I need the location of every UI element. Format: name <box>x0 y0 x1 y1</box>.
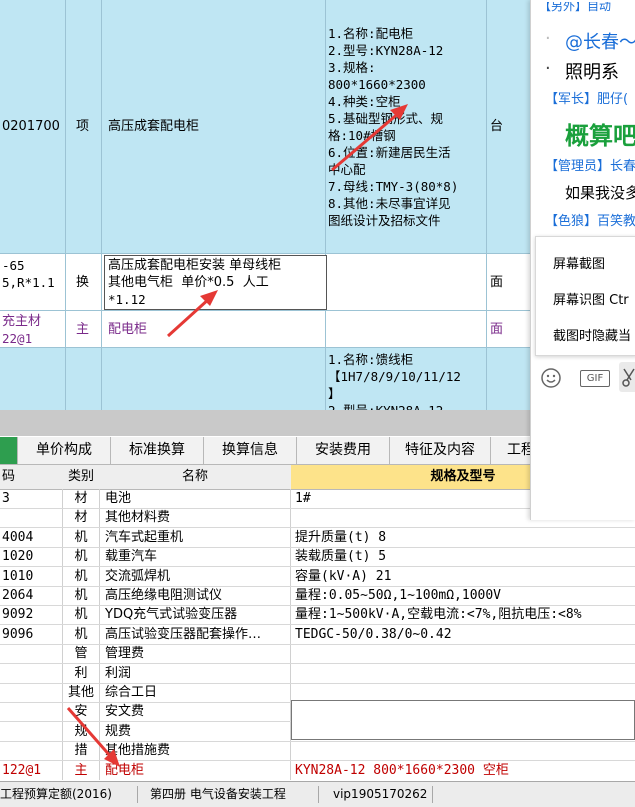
chat-msg2: 如果我没多 <box>565 184 635 202</box>
status-vip: vip1905170262 <box>333 787 428 801</box>
tab-standard-conversion[interactable]: 标准换算 <box>111 437 204 464</box>
chat-user2[interactable]: 【管理员】长春 <box>545 155 635 174</box>
tab-price-composition[interactable]: 单价构成 <box>18 437 111 464</box>
arrow-upper <box>331 104 408 172</box>
chat-top-fragment: 【另外】自动 <box>539 2 612 13</box>
quota-grid-upper: 0201700 项 高压成套配电柜 1.名称:配电柜 2.型号:KYN28A-1… <box>0 0 530 410</box>
bullet: · <box>545 58 551 79</box>
menu-item-hide-when-capture[interactable]: 截图时隐藏当 <box>553 325 631 344</box>
menu-item-screen-recognize[interactable]: 屏幕识图 Ctr <box>553 289 629 308</box>
status-quota: 工程预算定额(2016) <box>0 787 112 801</box>
tab-active[interactable] <box>0 437 18 464</box>
arrow-middle <box>166 290 218 338</box>
tab-conversion-info[interactable]: 换算信息 <box>204 437 297 464</box>
chat-big-text: 概算吧 <box>565 122 635 150</box>
status-separator <box>137 786 138 803</box>
tab-features-content[interactable]: 特征及内容 <box>390 437 491 464</box>
chat-user1[interactable]: 【军长】肥仔( <box>545 88 628 107</box>
chat-lighting: 照明系 <box>565 62 619 83</box>
smiley-icon[interactable] <box>540 367 562 389</box>
gif-button[interactable]: GIF <box>580 370 610 387</box>
chat-mention[interactable]: @长春～ <box>565 28 635 54</box>
status-volume: 第四册 电气设备安装工程 <box>150 787 286 801</box>
arrow-lower <box>66 707 120 767</box>
tab-installation-fee[interactable]: 安装费用 <box>297 437 390 464</box>
chat-user3[interactable]: 【色狼】百笑教 <box>545 210 635 229</box>
scissors-button[interactable] <box>619 362 635 392</box>
bullet: · <box>545 28 551 49</box>
status-separator <box>318 786 319 803</box>
annotation-arrows <box>166 104 408 338</box>
menu-item-screenshot[interactable]: 屏幕截图 <box>553 253 605 272</box>
scissors-icon <box>622 368 635 387</box>
status-bar: 工程预算定额(2016) 第四册 电气设备安装工程 vip1905170262 <box>0 781 635 807</box>
status-separator <box>432 786 433 803</box>
screenshot-context-menu: 屏幕截图 屏幕识图 Ctr 截图时隐藏当 <box>535 236 635 356</box>
